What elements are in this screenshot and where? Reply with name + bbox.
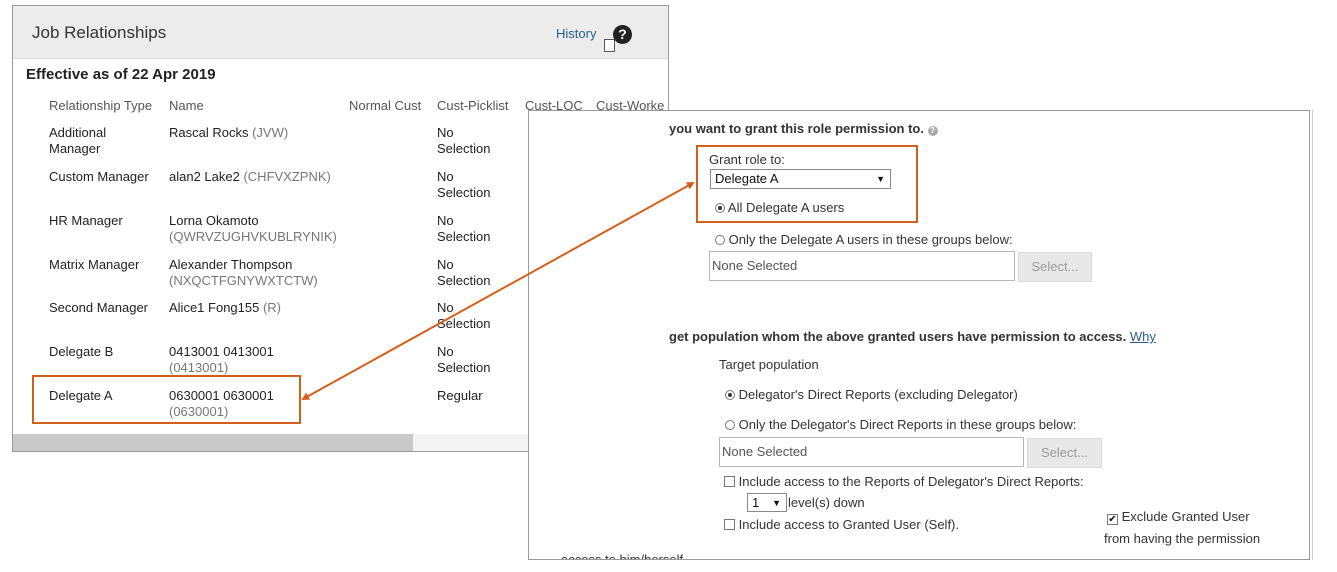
include-self-option[interactable]: Include access to Granted User (Self). (724, 517, 959, 532)
history-link[interactable]: History (556, 26, 596, 41)
relationship-type: HR Manager (49, 213, 123, 228)
cutoff-text: access to him/herself (561, 552, 684, 560)
relationship-name: Rascal Rocks (JVW) (169, 125, 289, 140)
horizontal-scrollbar-thumb[interactable] (13, 434, 413, 451)
groups-input[interactable]: None Selected (709, 251, 1015, 281)
chevron-down-icon: ▼ (772, 498, 781, 508)
effective-date: Effective as of 22 Apr 2019 (26, 66, 216, 83)
relationship-type: Additional Manager (49, 125, 107, 156)
cust-picklist-value: No Selection (437, 300, 491, 331)
cust-picklist-value: No Selection (437, 125, 491, 156)
relationship-name: Lorna Okamoto (QWRVZUGHVKUBLRYNIK) (169, 213, 337, 244)
info-icon[interactable]: ? (927, 126, 938, 136)
cust-picklist-value: No Selection (437, 344, 491, 375)
cust-picklist-value: No Selection (437, 257, 491, 288)
col-cust-picklist: Cust-Picklist (437, 98, 509, 113)
col-relationship-type: Relationship Type (49, 98, 153, 113)
target-heading: get population whom the above granted us… (669, 329, 1156, 344)
relationship-name: Alexander Thompson (NXQCTFGNYWXTCTW) (169, 257, 318, 288)
select-target-groups-button[interactable]: Select... (1027, 438, 1102, 468)
select-groups-button[interactable]: Select... (1018, 252, 1092, 282)
help-icon[interactable]: ? (613, 25, 632, 44)
cust-picklist-value: No Selection (437, 169, 491, 200)
history-icon[interactable] (604, 39, 615, 52)
panel-divider (1312, 110, 1313, 560)
only-direct-reports-option[interactable]: Only the Delegator's Direct Reports in t… (725, 417, 1076, 432)
direct-reports-option[interactable]: Delegator's Direct Reports (excluding De… (725, 387, 1018, 402)
exclude-granted-checkbox[interactable]: ✔ (1107, 514, 1118, 525)
highlight-grant-role (696, 145, 918, 223)
direct-reports-radio[interactable] (725, 390, 735, 400)
target-population-label: Target population (719, 357, 819, 372)
levels-label: level(s) down (788, 495, 865, 510)
col-normal-cust: Normal Cust (349, 98, 422, 113)
only-groups-option[interactable]: Only the Delegate A users in these group… (715, 232, 1013, 247)
include-self-checkbox[interactable] (724, 519, 735, 530)
target-groups-input[interactable]: None Selected (719, 437, 1024, 467)
include-reports-option[interactable]: Include access to the Reports of Delegat… (724, 474, 1084, 489)
only-groups-radio[interactable] (715, 235, 725, 245)
cust-picklist-value: No Selection (437, 213, 491, 244)
relationship-name: 0413001 0413001 (0413001) (169, 344, 274, 375)
relationship-name: Alice1 Fong155 (R) (169, 300, 282, 315)
relationship-type: Delegate B (49, 344, 114, 359)
include-reports-checkbox[interactable] (724, 476, 735, 487)
relationship-name: alan2 Lake2 (CHFVXZPNK) (169, 169, 331, 184)
panel-title: Job Relationships (32, 23, 167, 42)
relationship-type: Matrix Manager (49, 257, 140, 272)
exclude-granted-label-2: from having the permission (1104, 531, 1261, 546)
only-direct-reports-radio[interactable] (725, 420, 735, 430)
grant-heading: you want to grant this role permission t… (669, 121, 938, 136)
cust-picklist-value: Regular (437, 388, 483, 403)
col-name: Name (169, 98, 204, 113)
relationship-type: Second Manager (49, 300, 149, 315)
why-link[interactable]: Why (1130, 329, 1156, 344)
levels-select[interactable]: 1 ▼ (747, 493, 787, 512)
permission-panel: you want to grant this role permission t… (528, 110, 1310, 560)
exclude-granted-option[interactable]: ✔ Exclude Granted User (1107, 509, 1250, 525)
relationship-type: Custom Manager (49, 169, 149, 184)
highlight-delegate-a-row (32, 375, 301, 424)
